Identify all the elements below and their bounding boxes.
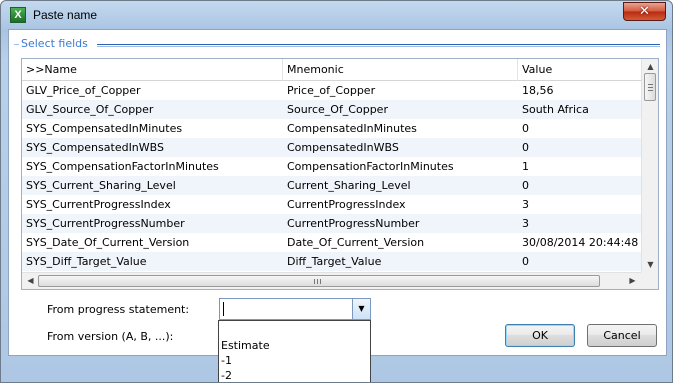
cell-name: SYS_Date_Of_Current_Version: [26, 236, 190, 249]
close-button[interactable]: ✕: [623, 2, 666, 21]
table-body: GLV_Price_of_Copper Price_of_Copper 18,5…: [22, 81, 642, 272]
app-icon: X: [10, 7, 26, 23]
table-row[interactable]: SYS_CompensationFactorInMinutes Compensa…: [22, 157, 642, 176]
cell-mnemonic: Date_Of_Current_Version: [287, 236, 425, 249]
cell-mnemonic: CompensationFactorInMinutes: [287, 160, 454, 173]
chevron-down-icon[interactable]: ▼: [352, 299, 370, 319]
arrow-right-icon[interactable]: ▶: [625, 273, 640, 288]
cell-value: 1: [522, 160, 529, 173]
dialog-body: Select fields >>Name Mnemonic Value GLV_…: [8, 29, 667, 356]
dropdown-option[interactable]: [221, 323, 367, 338]
close-icon: ✕: [639, 4, 650, 19]
cell-name: SYS_CompensatedInMinutes: [26, 122, 183, 135]
cell-value: 0: [522, 122, 529, 135]
table-row[interactable]: GLV_Price_of_Copper Price_of_Copper 18,5…: [22, 81, 642, 100]
horizontal-scrollbar[interactable]: ◀ ▶: [22, 272, 642, 289]
grip-line: [314, 279, 315, 284]
table-row[interactable]: SYS_Date_Of_Current_Version Date_Of_Curr…: [22, 233, 642, 252]
cell-name: SYS_CompensatedInWBS: [26, 141, 164, 154]
cell-value: 0: [522, 141, 529, 154]
dropdown-option[interactable]: -2: [221, 368, 232, 382]
cell-mnemonic: Price_of_Copper: [287, 84, 376, 97]
cell-name: SYS_CurrentProgressNumber: [26, 217, 185, 230]
table-row[interactable]: SYS_Diff_Target_Value Diff_Target_Value …: [22, 252, 642, 271]
dropdown-option[interactable]: Estimate: [221, 338, 270, 353]
cell-name: SYS_Current_Sharing_Level: [26, 179, 176, 192]
table-row[interactable]: SYS_CompensatedInWBS CompensatedInWBS 0: [22, 138, 642, 157]
progress-dropdown-list: Estimate -1 -2: [218, 320, 371, 382]
cell-value: 3: [522, 198, 529, 211]
cell-mnemonic: CurrentProgressIndex: [287, 198, 406, 211]
cell-value: 18,56: [522, 84, 554, 97]
table-row[interactable]: SYS_CurrentProgressNumber CurrentProgres…: [22, 214, 642, 233]
grip-line: [317, 279, 318, 284]
cell-value: South Africa: [522, 103, 589, 116]
window-title: Paste name: [33, 8, 98, 22]
select-fields-legend: Select fields: [21, 37, 88, 50]
cell-mnemonic: CompensatedInWBS: [287, 141, 399, 154]
cell-value: 3: [522, 217, 529, 230]
fieldset-border: [14, 44, 19, 45]
cell-value: 0: [522, 179, 529, 192]
ok-button[interactable]: OK: [505, 324, 575, 347]
table-row[interactable]: SYS_CurrentProgressIndex CurrentProgress…: [22, 195, 642, 214]
cell-name: SYS_Diff_Target_Value: [26, 255, 147, 268]
arrow-left-icon[interactable]: ◀: [23, 273, 38, 288]
cell-mnemonic: Current_Sharing_Level: [287, 179, 411, 192]
cell-mnemonic: CompensatedInMinutes: [287, 122, 417, 135]
cancel-button[interactable]: Cancel: [587, 324, 657, 347]
cell-value: 30/08/2014 20:44:48: [522, 236, 639, 249]
grip-line: [648, 90, 653, 91]
progress-statement-combo[interactable]: ▼: [219, 298, 371, 320]
progress-statement-input[interactable]: [221, 300, 351, 318]
arrow-down-icon[interactable]: ▼: [643, 257, 658, 272]
arrow-up-icon[interactable]: ▲: [643, 59, 658, 74]
text-caret: [223, 302, 224, 316]
cell-name: GLV_Price_of_Copper: [26, 84, 141, 97]
grip-line: [648, 84, 653, 85]
vertical-scroll-thumb[interactable]: [644, 73, 656, 101]
fieldset-border: [97, 46, 660, 47]
cell-value: 0: [522, 255, 529, 268]
vertical-scrollbar[interactable]: ▲ ▼: [641, 59, 658, 272]
table-row[interactable]: SYS_Current_Sharing_Level Current_Sharin…: [22, 176, 642, 195]
progress-statement-label: From progress statement:: [47, 303, 190, 316]
column-header-mnemonic[interactable]: Mnemonic: [283, 59, 518, 81]
scrollbar-corner: [641, 272, 658, 289]
column-header-value[interactable]: Value: [518, 59, 642, 81]
cell-mnemonic: Diff_Target_Value: [287, 255, 382, 268]
fieldset-border: [97, 44, 660, 45]
column-header-name[interactable]: >>Name: [22, 59, 283, 81]
dropdown-option[interactable]: -1: [221, 353, 232, 368]
table-header: >>Name Mnemonic Value: [22, 59, 642, 81]
table-row[interactable]: GLV_Source_Of_Copper Source_Of_Copper So…: [22, 100, 642, 119]
grip-line: [648, 87, 653, 88]
cell-mnemonic: CurrentProgressNumber: [287, 217, 420, 230]
horizontal-scroll-thumb[interactable]: [38, 275, 600, 287]
cell-name: GLV_Source_Of_Copper: [26, 103, 154, 116]
cell-mnemonic: Source_Of_Copper: [287, 103, 388, 116]
table-row[interactable]: SYS_CompensatedInMinutes CompensatedInMi…: [22, 119, 642, 138]
cell-name: SYS_CompensationFactorInMinutes: [26, 160, 219, 173]
version-label: From version (A, B, ...):: [47, 330, 174, 343]
paste-name-dialog: X Paste name ✕ Select fields >>Name Mnem…: [0, 0, 673, 383]
fields-table: >>Name Mnemonic Value GLV_Price_of_Coppe…: [21, 58, 659, 290]
title-bar[interactable]: X Paste name ✕: [1, 1, 672, 29]
cell-name: SYS_CurrentProgressIndex: [26, 198, 171, 211]
grip-line: [320, 279, 321, 284]
